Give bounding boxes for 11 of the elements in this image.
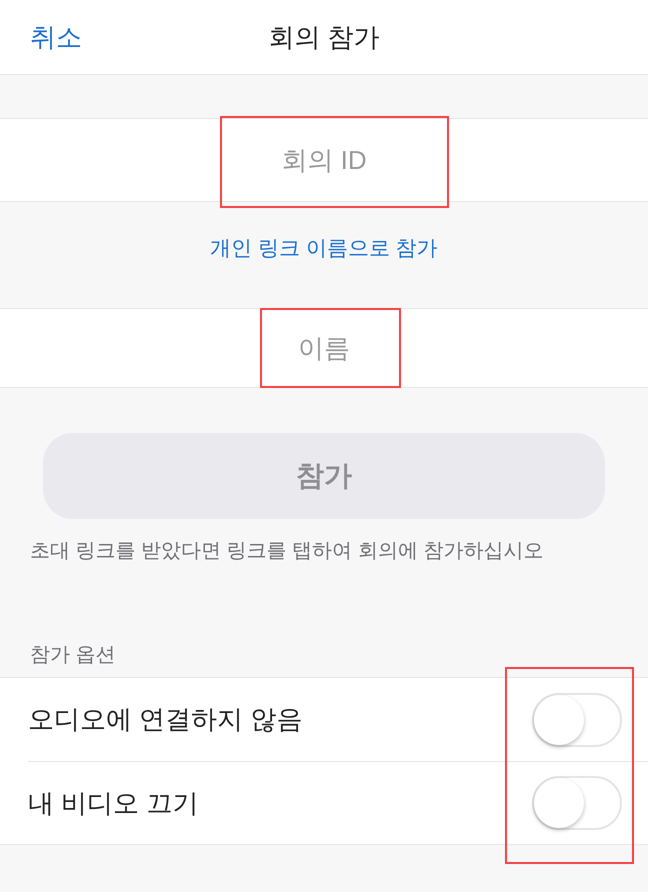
input-field[interactable]: 회의 ID [0, 118, 648, 202]
toggle-switch[interactable] [532, 692, 622, 746]
personal-link[interactable]: 개인 링크 이름으로 참가 [210, 233, 438, 264]
option-label: 오디오에 연결하지 않음 [28, 703, 302, 736]
section-title: 참가 옵션 [29, 643, 117, 668]
window-title: 회의 참가 [268, 20, 380, 54]
option-label: 내 비디오 끄기 [28, 786, 198, 820]
toggle-switch[interactable] [532, 776, 622, 830]
hint-text: 초대 링크를 받았다면 링크를 탭하여 회의에 참가하십시오 [29, 539, 544, 564]
input-field[interactable]: 이름 [0, 308, 648, 388]
cancel-button[interactable]: 취소 [30, 18, 82, 56]
